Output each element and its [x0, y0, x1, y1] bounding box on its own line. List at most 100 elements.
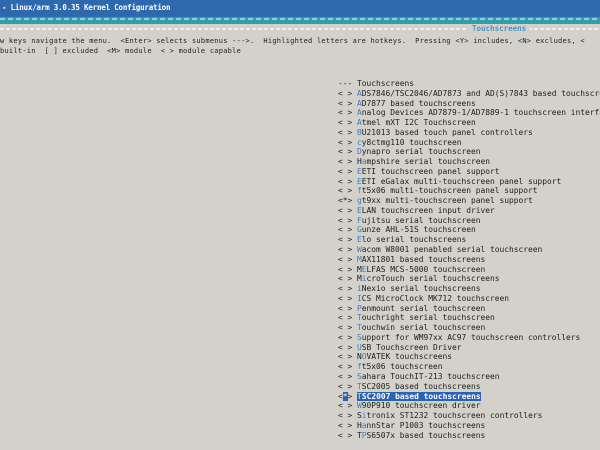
checkbox-mark: < > [338, 235, 357, 244]
hint-line-1: w keys navigate the menu. <Enter> select… [0, 37, 585, 45]
menu-item[interactable]: < > iNexio serial touchscreens [338, 284, 600, 294]
menu-item-label: Elo serial touchscreens [357, 235, 466, 244]
menu-item[interactable]: < > HannStar P1003 touchscreens [338, 421, 600, 431]
menu-item-label: ADS7846/TSC2046/AD7873 and AD(S)7843 bas… [357, 89, 600, 98]
menu-item-label: MELFAS MCS-5000 touchscreen [357, 265, 485, 274]
hotkey-letter: W [357, 401, 362, 410]
hotkey-letter: D [357, 147, 362, 156]
menu-item[interactable]: < > Analog Devices AD7879-1/AD7889-1 tou… [338, 108, 600, 118]
hotkey-letter: A [357, 99, 362, 108]
menu-item[interactable]: < > NOVATEK touchscreens [338, 352, 600, 362]
menu-item-label: USB Touchscreen Driver [357, 343, 462, 352]
menu-item-label: Support for WM97xx AC97 touchscreen cont… [357, 333, 580, 342]
hotkey-letter: S [357, 333, 362, 342]
menu-item[interactable]: < > ADS7846/TSC2046/AD7873 and AD(S)7843… [338, 89, 600, 99]
group-dashes: --- [338, 79, 357, 88]
menu-item[interactable]: < > Penmount serial touchscreen [338, 304, 600, 314]
menu-item[interactable]: < > USB Touchscreen Driver [338, 343, 600, 353]
menu-item-label: Wacom W8001 penabled serial touchscreen [357, 245, 542, 254]
menu-item[interactable]: < > Touchwin serial touchscreen [338, 323, 600, 333]
checkbox-mark: < > [338, 206, 357, 215]
hotkey-letter: E [357, 177, 362, 186]
checkbox-mark: < > [338, 372, 357, 381]
menu-item-label: NOVATEK touchscreens [357, 352, 452, 361]
menu-item[interactable]: < > cy8ctmg110 touchscreen [338, 138, 600, 148]
hotkey-letter: a [362, 157, 367, 166]
checkbox-mark: < > [338, 225, 357, 234]
checkbox-mark: < > [338, 128, 357, 137]
menu-item[interactable]: < > TPS6507x based touchscreens [338, 431, 600, 441]
menu-item-label: Dynapro serial touchscreen [357, 147, 481, 156]
menu-item[interactable]: < > W90P910 touchscreen driver [338, 401, 600, 411]
menu-item[interactable]: < > EETI eGalax multi-touchscreen panel … [338, 177, 600, 187]
menu-item-label: Touchright serial touchscreen [357, 313, 495, 322]
menu-item[interactable]: < > Hampshire serial touchscreen [338, 157, 600, 167]
menu-item-label: Atmel mXT I2C Touchscreen [357, 118, 476, 127]
checkbox-mark: < > [338, 382, 357, 391]
menu-item[interactable]: < > Touchright serial touchscreen [338, 313, 600, 323]
hotkey-letter: A [357, 89, 362, 98]
menu-item-label: TPS6507x based touchscreens [357, 431, 485, 440]
menu-item[interactable]: <*> gt9xx multi-touchscreen panel suppor… [338, 196, 600, 206]
checkbox-mark: < > [338, 284, 357, 293]
checkbox-mark: < > [338, 89, 357, 98]
menu-item-label: ft5x06 multi-touchscreen panel support [357, 186, 538, 195]
menu-item[interactable]: < > ft5x06 multi-touchscreen panel suppo… [338, 186, 600, 196]
menu-item[interactable]: < > ICS MicroClock MK712 touchscreen [338, 294, 600, 304]
menu-item[interactable]: < > Support for WM97xx AC97 touchscreen … [338, 333, 600, 343]
menu-item-label: Sahara TouchIT-213 touchscreen [357, 372, 500, 381]
checkbox-mark: < > [338, 313, 357, 322]
menu-item[interactable]: < > Fujitsu serial touchscreen [338, 216, 600, 226]
menu-item[interactable]: < > TSC2005 based touchscreens [338, 382, 600, 392]
menu-item[interactable]: < > Dynapro serial touchscreen [338, 147, 600, 157]
hotkey-letter: E [357, 167, 362, 176]
hotkey-letter: T [357, 323, 362, 332]
menu-item[interactable]: < > Elo serial touchscreens [338, 235, 600, 245]
dialog-border-dashes [0, 18, 600, 20]
menu-item[interactable]: < > Sitronix ST1232 touchscreen controll… [338, 411, 600, 421]
menu-item[interactable]: < > Gunze AHL-51S touchscreen [338, 225, 600, 235]
menu-item-label: Touchwin serial touchscreen [357, 323, 485, 332]
hotkey-letter: i [362, 411, 367, 420]
menu-item[interactable]: < > MAX11801 based touchscreens [338, 255, 600, 265]
hotkey-letter: S [357, 372, 362, 381]
hotkey-letter: i [357, 284, 362, 293]
checkbox-mark: < > [338, 352, 357, 361]
checkbox-mark: < > [338, 255, 357, 264]
checkbox-mark: <*> [338, 196, 357, 205]
window-title: - Linux/arm 3.0.35 Kernel Configuration [2, 3, 170, 12]
checkbox-mark: < > [338, 118, 357, 127]
hotkey-letter: U [357, 343, 362, 352]
hotkey-letter: I [357, 294, 362, 303]
menu-item-label: Penmount serial touchscreen [357, 304, 485, 313]
checkbox-mark: < > [338, 431, 357, 440]
checkbox-mark: < > [338, 362, 357, 371]
checkbox-mark: < > [338, 294, 357, 303]
menu-item[interactable]: <*> TSC2007 based touchscreens [338, 392, 600, 402]
menu-item[interactable]: < > AD7877 based touchscreens [338, 99, 600, 109]
menu-item[interactable]: < > MicroTouch serial touchscreens [338, 274, 600, 284]
hotkey-letter: O [362, 352, 367, 361]
menu-item[interactable]: < > ELAN touchscreen input driver [338, 206, 600, 216]
menu-item[interactable]: < > Sahara TouchIT-213 touchscreen [338, 372, 600, 382]
menu-item[interactable]: < > ft5x06 touchscreen [338, 362, 600, 372]
menu-item-label: MAX11801 based touchscreens [357, 255, 485, 264]
checkbox-mark: < > [338, 186, 357, 195]
hotkey-letter: E [362, 265, 367, 274]
menu-item[interactable]: < > Wacom W8001 penabled serial touchscr… [338, 245, 600, 255]
menu-item-label: EETI touchscreen panel support [357, 167, 500, 176]
hotkey-letter: F [357, 216, 362, 225]
hotkey-letter: T [357, 392, 362, 401]
hotkey-letter: f [357, 362, 362, 371]
menu-item[interactable]: < > Atmel mXT I2C Touchscreen [338, 118, 600, 128]
hotkey-letter: i [362, 274, 367, 283]
menu-item-label: AD7877 based touchscreens [357, 99, 476, 108]
menu-item[interactable]: --- Touchscreens [338, 79, 600, 89]
checkbox-mark: < > [338, 333, 357, 342]
hotkey-letter: a [362, 421, 367, 430]
checkbox-mark: < > [338, 323, 357, 332]
menu-item[interactable]: < > MELFAS MCS-5000 touchscreen [338, 265, 600, 275]
menu-item[interactable]: < > BU21013 based touch panel controller… [338, 128, 600, 138]
menu-item[interactable]: < > EETI touchscreen panel support [338, 167, 600, 177]
checkbox-mark: <*> [338, 392, 357, 401]
